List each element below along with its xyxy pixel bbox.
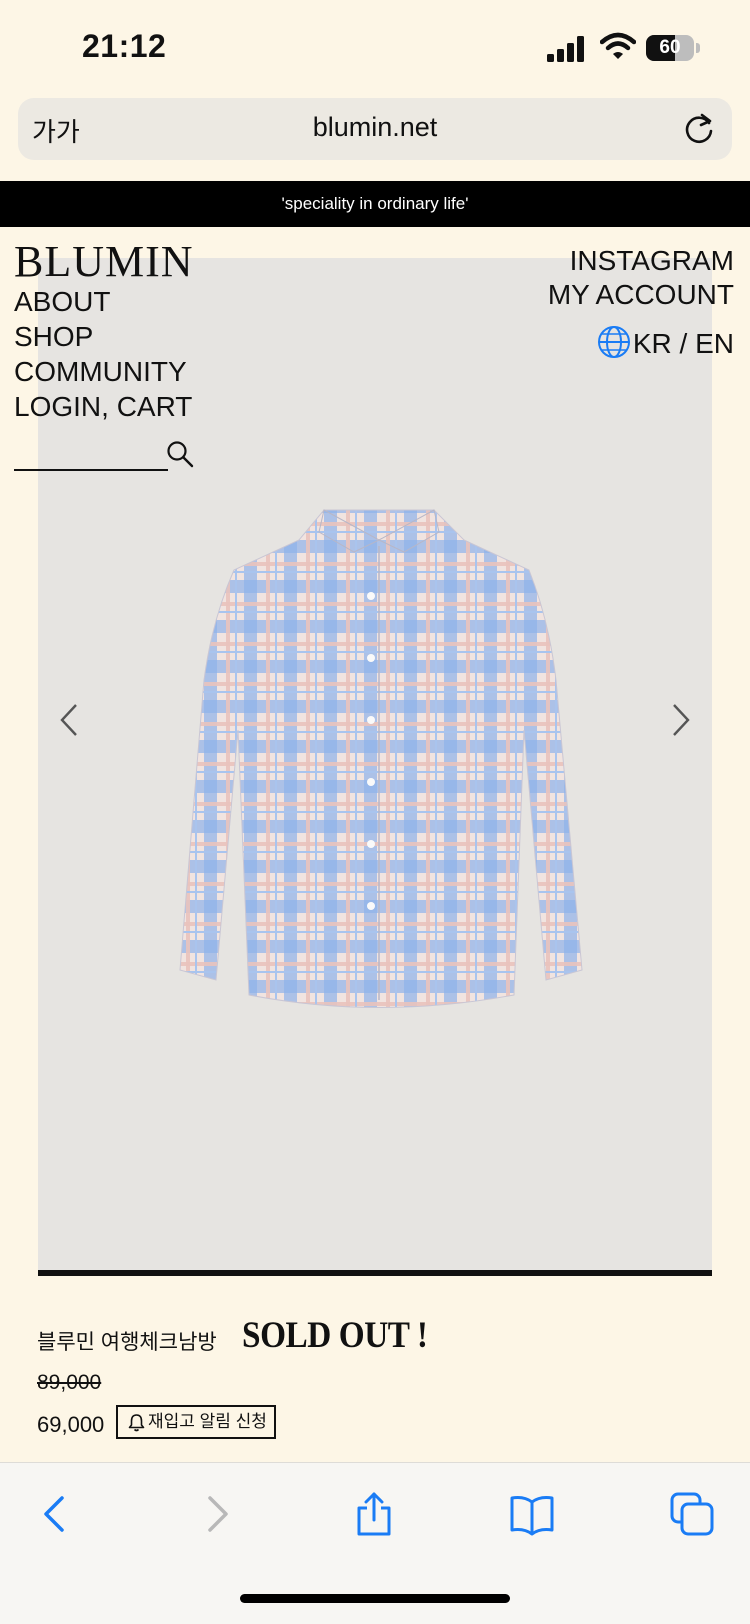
nav-about[interactable]: ABOUT bbox=[14, 284, 192, 319]
product-name[interactable]: 블루민 여행체크남방 bbox=[37, 1326, 217, 1356]
tabs-icon[interactable] bbox=[670, 1492, 714, 1536]
original-price: 89,000 bbox=[37, 1371, 102, 1394]
reload-icon[interactable] bbox=[682, 112, 716, 146]
next-image-arrow-icon[interactable] bbox=[670, 702, 692, 738]
search-icon[interactable] bbox=[166, 440, 194, 468]
nav-community[interactable]: COMMUNITY bbox=[14, 354, 192, 389]
address-bar[interactable]: 가가 blumin.net bbox=[18, 98, 732, 160]
globe-icon[interactable] bbox=[596, 324, 632, 360]
status-time: 21:12 bbox=[82, 28, 167, 64]
battery-icon: 60 bbox=[646, 35, 702, 61]
sale-price: 69,000 bbox=[37, 1412, 105, 1437]
bell-icon bbox=[128, 1414, 145, 1432]
previous-image-arrow-icon[interactable] bbox=[58, 702, 80, 738]
url-text[interactable]: blumin.net bbox=[18, 112, 732, 143]
nav-login-cart[interactable]: LOGIN, CART bbox=[14, 389, 192, 424]
search-input[interactable] bbox=[14, 469, 168, 471]
nav-instagram[interactable]: INSTAGRAM bbox=[548, 244, 734, 278]
product-image bbox=[179, 509, 583, 1008]
site-logo[interactable]: BLUMIN bbox=[14, 236, 194, 287]
secondary-nav: INSTAGRAM MY ACCOUNT bbox=[548, 244, 734, 312]
share-icon[interactable] bbox=[352, 1492, 396, 1536]
language-switch[interactable]: KR / EN bbox=[633, 327, 734, 361]
announcement-bar: 'speciality in ordinary life' bbox=[0, 181, 750, 227]
sold-out-badge: SOLD OUT ! bbox=[242, 1315, 428, 1356]
forward-icon[interactable] bbox=[196, 1492, 240, 1536]
battery-level: 60 bbox=[659, 37, 681, 58]
image-progress-line bbox=[38, 1270, 712, 1276]
back-icon[interactable] bbox=[32, 1492, 76, 1536]
status-bar: 21:12 60 bbox=[0, 0, 750, 92]
home-indicator bbox=[240, 1594, 510, 1603]
signal-icon bbox=[547, 36, 584, 62]
wifi-icon bbox=[600, 32, 636, 59]
nav-shop[interactable]: SHOP bbox=[14, 319, 192, 354]
nav-my-account[interactable]: MY ACCOUNT bbox=[548, 278, 734, 312]
main-nav: ABOUT SHOP COMMUNITY LOGIN, CART bbox=[14, 284, 192, 424]
bookmarks-icon[interactable] bbox=[510, 1492, 554, 1536]
